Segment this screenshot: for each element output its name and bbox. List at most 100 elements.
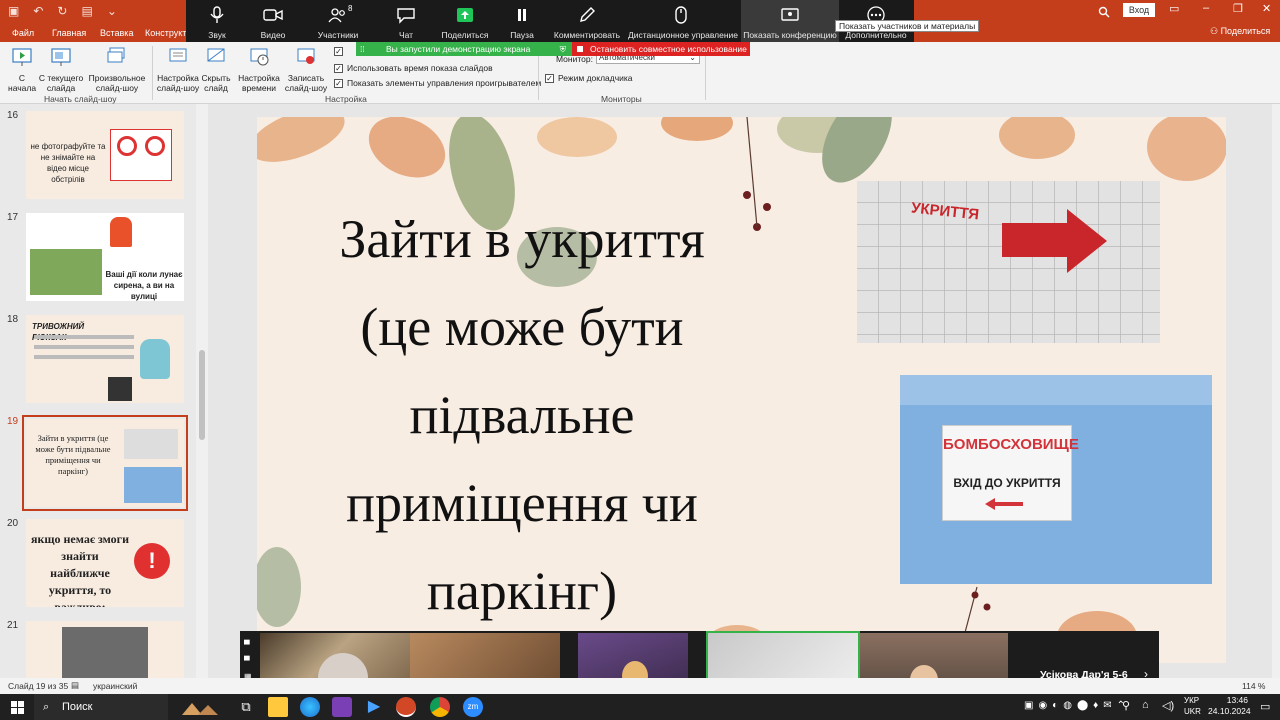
undo-icon[interactable]: ↶ <box>33 4 43 18</box>
weather-widget-icon[interactable] <box>178 697 226 717</box>
taskbar-search[interactable]: ⌕ Поиск <box>34 694 168 720</box>
pencil-icon <box>580 7 595 22</box>
person-icon: ⚇ <box>1210 26 1221 36</box>
volume-icon[interactable]: ◁) <box>1162 699 1174 712</box>
narration-checkbox[interactable]: ✓ <box>334 47 343 56</box>
share-screen-button[interactable]: Поделиться <box>438 0 492 42</box>
bomb-shelter-sign-photo[interactable]: БОМБОСХОВИЩЕ ВХІД ДО УКРИТТЯ <box>900 375 1212 584</box>
text-lines <box>34 345 134 349</box>
use-timings-checkbox[interactable]: ✓ Использовать время показа слайдов <box>334 63 493 73</box>
warning-icon: ! <box>134 543 170 579</box>
restore-icon[interactable]: ❐ <box>1233 2 1243 15</box>
from-start-button[interactable]: С начала <box>8 46 36 93</box>
shelter-arrow-photo[interactable]: УКРИТТЯ <box>857 181 1160 343</box>
quick-access-toolbar: ▣ ↶ ↻ ▤ ⌄ <box>8 4 117 18</box>
ribbon-display-icon[interactable]: ▭ <box>1169 2 1179 15</box>
file-explorer-icon[interactable] <box>268 697 288 717</box>
slide-thumbnail-19[interactable]: Зайти в укриття (це може бути підвальне … <box>22 415 188 511</box>
current-slide[interactable]: Зайти в укриття (це може бути підвальне … <box>257 117 1226 663</box>
stop-share-button[interactable]: Остановить совместное использование <box>572 42 750 56</box>
redo-icon[interactable]: ↻ <box>57 4 67 18</box>
zoom-meeting-controls: Звук Видео 8 Участники Чат Поделиться Па… <box>186 0 914 42</box>
from-current-button[interactable]: С текущего слайда <box>38 46 84 93</box>
language-indicator[interactable]: украинский <box>93 681 137 691</box>
taskbar-search-label: Поиск <box>62 701 93 713</box>
search-icon: ⌕ <box>43 701 50 713</box>
hide-slide-button[interactable]: Скрыть слайд <box>200 46 232 93</box>
input-language-indicator[interactable]: УКР UKR <box>1184 695 1201 717</box>
notification-icon[interactable]: ▭ <box>1260 700 1270 713</box>
chrome-icon[interactable] <box>430 697 450 717</box>
title-line: приміщення чи <box>346 473 698 533</box>
tab-home[interactable]: Главная <box>52 28 86 38</box>
taskbar-clock[interactable]: 13:46 24.10.2024 <box>1208 695 1251 717</box>
rehearse-timings-button[interactable]: Настройка времени <box>236 46 282 93</box>
pause-share-button[interactable]: Пауза <box>502 0 542 42</box>
storage-app-icon[interactable] <box>332 697 352 717</box>
text-lines <box>34 335 134 339</box>
share-banner-text: Вы запустили демонстрацию экрана <box>386 44 531 54</box>
close-icon[interactable]: ✕ <box>1262 2 1271 15</box>
wall-band <box>900 375 1212 405</box>
zoom-level[interactable]: 114 % <box>1242 681 1265 691</box>
grip-icon[interactable]: ⁞⁞ <box>360 42 365 56</box>
clock-date: 24.10.2024 <box>1208 706 1251 716</box>
lang-bottom: UKR <box>1184 707 1201 716</box>
slide-thumbnail-20[interactable]: якщо немає змоги знайти найближче укритт… <box>26 519 184 607</box>
slide-thumbnail-17[interactable]: Ваші дії коли лунає сирена, а ви на вули… <box>26 213 184 301</box>
slide-number: 17 <box>7 212 19 223</box>
from-start-line2: начала <box>8 83 37 93</box>
slide-thumbnail-pane: 16 не фотографуйте та не знімайте на від… <box>0 104 208 709</box>
save-icon[interactable]: ▣ <box>8 4 19 18</box>
minimize-icon[interactable]: – <box>1203 2 1209 14</box>
edge-browser-icon[interactable] <box>300 697 320 717</box>
video-button[interactable]: Видео <box>248 0 298 42</box>
chat-button[interactable]: Чат <box>386 0 426 42</box>
slide-title[interactable]: Зайти в укриття (це може бути підвальне … <box>297 195 747 635</box>
powerpoint-icon[interactable] <box>396 697 416 717</box>
customize-icon[interactable]: ⌄ <box>107 4 117 18</box>
editor-scrollbar[interactable] <box>1272 104 1280 678</box>
setup-show-button[interactable]: Настройка слайд-шоу <box>156 46 200 93</box>
show-meeting-button[interactable]: Показать конференцию <box>741 0 839 42</box>
media-app-icon[interactable]: ▶ <box>364 697 384 717</box>
thumbnail-text: ТРИВОЖНИЙ РЮКЗАК <box>32 322 85 342</box>
participants-button[interactable]: 8 Участники <box>310 0 366 42</box>
thumbnail-scroll-thumb[interactable] <box>199 350 205 440</box>
rehearse-line1: Настройка <box>238 73 280 83</box>
status-bar: Слайд 19 из 35 ▤ украинский 114 % <box>0 678 1280 694</box>
rehearse-line2: времени <box>242 83 276 93</box>
slide-thumbnail-16[interactable]: не фотографуйте та не знімайте на відео … <box>26 111 184 199</box>
title-line: підвальне <box>409 385 635 445</box>
checkbox-checked: ✓ <box>334 78 343 88</box>
windows-start-icon[interactable] <box>11 701 24 714</box>
show-controls-checkbox[interactable]: ✓ Показать элементы управления проигрыват… <box>334 78 541 88</box>
record-show-button[interactable]: Записать слайд-шоу <box>282 46 330 93</box>
people-photo <box>30 249 102 295</box>
presenter-view-checkbox[interactable]: ✓ Режим докладчика <box>545 73 633 83</box>
no-video-icon <box>145 136 165 156</box>
annotate-button[interactable]: Комментировать <box>552 0 622 42</box>
audio-button[interactable]: Звук <box>196 0 238 42</box>
share-button[interactable]: ⚇ Поделиться <box>1210 26 1270 37</box>
custom-show-button[interactable]: Произвольное слайд-шоу <box>88 46 146 93</box>
mic-tray-icon[interactable]: ⚲ <box>1122 699 1130 712</box>
video-label: Видео <box>260 30 286 40</box>
checkbox-checked: ✓ <box>334 47 343 56</box>
task-view-icon[interactable]: ⧉ <box>236 697 256 717</box>
slide-thumbnail-18[interactable]: ТРИВОЖНИЙ РЮКЗАК <box>26 315 184 403</box>
custom-show-line1: Произвольное <box>88 73 146 83</box>
network-icon[interactable]: ⌂ <box>1142 699 1149 711</box>
remote-control-button[interactable]: Дистанционное управление <box>628 0 738 42</box>
record-line1: Записать <box>287 73 325 83</box>
windows-taskbar: ⌕ Поиск ⧉ ▶ zm ▣◉◐◍⬤♦✉⌃ ⚲ ⌂ ◁) УКР UKR 1… <box>0 694 1280 720</box>
tab-file[interactable]: Файл <box>12 28 34 38</box>
spellcheck-icon[interactable]: ▤ <box>71 680 79 691</box>
search-icon[interactable] <box>1098 6 1110 18</box>
system-tray-icons[interactable]: ▣◉◐◍⬤♦✉⌃ <box>1024 700 1130 711</box>
zoom-app-icon[interactable]: zm <box>463 697 483 717</box>
tab-insert[interactable]: Вставка <box>100 28 133 38</box>
sign-in-button[interactable]: Вход <box>1123 3 1155 17</box>
present-icon[interactable]: ▤ <box>81 4 92 18</box>
show-controls-label: Показать элементы управления проигрывате… <box>347 78 542 88</box>
